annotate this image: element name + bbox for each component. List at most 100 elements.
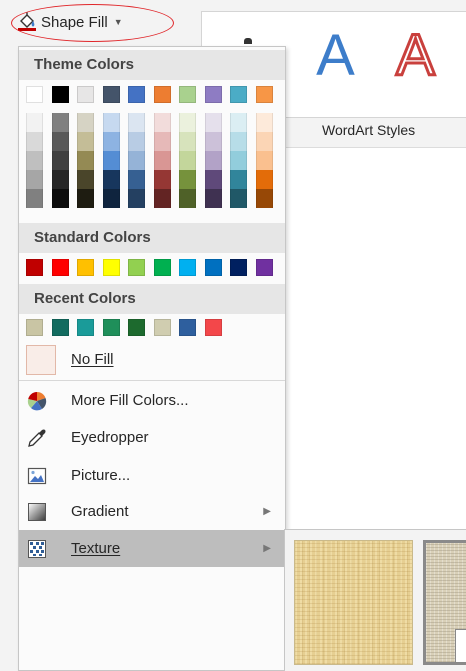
theme-shade-swatch[interactable] [153,189,171,208]
theme-shade-swatch[interactable] [179,113,196,132]
theme-color-swatch[interactable] [102,86,120,103]
recent-color-swatch[interactable] [77,319,94,336]
theme-shade-swatch[interactable] [77,189,94,208]
wordart-style-blue[interactable]: A [300,20,371,91]
theme-color-swatch[interactable] [128,86,145,103]
picture-item[interactable]: Picture... [19,457,285,494]
theme-shade-swatch[interactable] [255,189,273,208]
theme-shade-swatch[interactable] [255,151,273,170]
theme-shade-swatch[interactable] [128,170,145,189]
standard-color-swatch[interactable] [179,259,196,276]
eyedropper-icon [27,428,47,448]
theme-shade-swatch[interactable] [102,151,120,170]
gradient-label: Gradient [71,503,129,520]
theme-shade-swatch[interactable] [102,189,120,208]
standard-color-swatch[interactable] [128,259,145,276]
standard-color-swatch[interactable] [26,259,43,276]
theme-shade-swatch[interactable] [153,132,171,151]
standard-color-swatch[interactable] [204,259,222,276]
theme-shade-swatch[interactable] [26,132,43,151]
theme-shade-swatch[interactable] [102,132,120,151]
recent-color-swatch[interactable] [102,319,120,336]
standard-color-swatch[interactable] [102,259,120,276]
theme-color-swatch[interactable] [153,86,171,103]
texture-item[interactable]: Texture ▶ [19,530,285,567]
recent-color-swatch[interactable] [128,319,145,336]
theme-shade-column [255,113,273,208]
theme-shade-swatch[interactable] [230,113,247,132]
theme-shade-swatch[interactable] [153,113,171,132]
chevron-right-icon: ▶ [263,543,271,554]
standard-color-swatch[interactable] [230,259,247,276]
theme-shade-swatch[interactable] [230,189,247,208]
theme-shade-swatch[interactable] [179,132,196,151]
theme-shade-column [77,113,94,208]
theme-shade-swatch[interactable] [26,113,43,132]
theme-shade-swatch[interactable] [51,189,69,208]
theme-shade-swatch[interactable] [179,170,196,189]
standard-color-swatch[interactable] [77,259,94,276]
theme-shade-swatch[interactable] [204,189,222,208]
theme-shade-swatch[interactable] [51,151,69,170]
recent-color-swatch[interactable] [153,319,171,336]
theme-color-swatch[interactable] [204,86,222,103]
theme-shade-swatch[interactable] [77,151,94,170]
theme-shade-swatch[interactable] [51,132,69,151]
theme-shade-swatch[interactable] [204,151,222,170]
theme-shade-swatch[interactable] [77,132,94,151]
eyedropper-item[interactable]: Eyedropper [19,419,285,456]
theme-shade-swatch[interactable] [230,170,247,189]
no-fill-item[interactable]: No Fill [19,341,285,378]
texture-label: Texture [71,540,121,557]
theme-color-swatch[interactable] [179,86,196,103]
wordart-style-partial[interactable] [458,20,466,91]
theme-shade-swatch[interactable] [26,151,43,170]
wordart-letter-blue: A [316,22,355,88]
theme-shade-swatch[interactable] [255,132,273,151]
theme-shade-swatch[interactable] [179,151,196,170]
theme-shade-swatch[interactable] [51,113,69,132]
texture-papyrus-swatch[interactable] [294,540,413,665]
more-fill-colors-item[interactable]: More Fill Colors... [19,382,285,419]
recent-color-swatch[interactable] [204,319,222,336]
wordart-style-red-outline[interactable]: A [380,20,451,91]
standard-color-swatch[interactable] [51,259,69,276]
theme-shade-swatch[interactable] [204,113,222,132]
theme-shade-swatch[interactable] [77,113,94,132]
theme-color-swatch[interactable] [51,86,69,103]
theme-shade-column [179,113,196,208]
theme-shade-swatch[interactable] [179,189,196,208]
theme-shade-column [230,113,247,208]
theme-color-swatch[interactable] [26,86,43,103]
gradient-item[interactable]: Gradient ▶ [19,493,285,530]
theme-shade-swatch[interactable] [77,170,94,189]
theme-shade-swatch[interactable] [51,170,69,189]
theme-shade-swatch[interactable] [128,113,145,132]
standard-color-swatch[interactable] [255,259,273,276]
standard-color-swatch[interactable] [153,259,171,276]
theme-shade-swatch[interactable] [230,132,247,151]
theme-shade-swatch[interactable] [102,113,120,132]
theme-shade-swatch[interactable] [153,151,171,170]
theme-shade-swatch[interactable] [128,132,145,151]
theme-shade-swatch[interactable] [26,189,43,208]
theme-color-swatch[interactable] [255,86,273,103]
recent-color-swatch[interactable] [179,319,196,336]
shape-fill-menu: Theme Colors Standard Colors Recent Colo… [18,46,286,671]
theme-color-swatch[interactable] [77,86,94,103]
theme-shade-swatch[interactable] [128,151,145,170]
standard-colors-header: Standard Colors [19,223,285,253]
theme-shade-swatch[interactable] [255,170,273,189]
theme-shade-swatch[interactable] [128,189,145,208]
theme-shade-swatch[interactable] [255,113,273,132]
theme-color-swatch[interactable] [230,86,247,103]
theme-shade-swatch[interactable] [204,132,222,151]
theme-shade-swatch[interactable] [153,170,171,189]
theme-shade-swatch[interactable] [230,151,247,170]
recent-color-swatch[interactable] [26,319,43,336]
theme-shade-swatch[interactable] [26,170,43,189]
theme-shade-swatch[interactable] [204,170,222,189]
recent-color-swatch[interactable] [51,319,69,336]
texture-submenu [284,529,466,671]
theme-shade-swatch[interactable] [102,170,120,189]
